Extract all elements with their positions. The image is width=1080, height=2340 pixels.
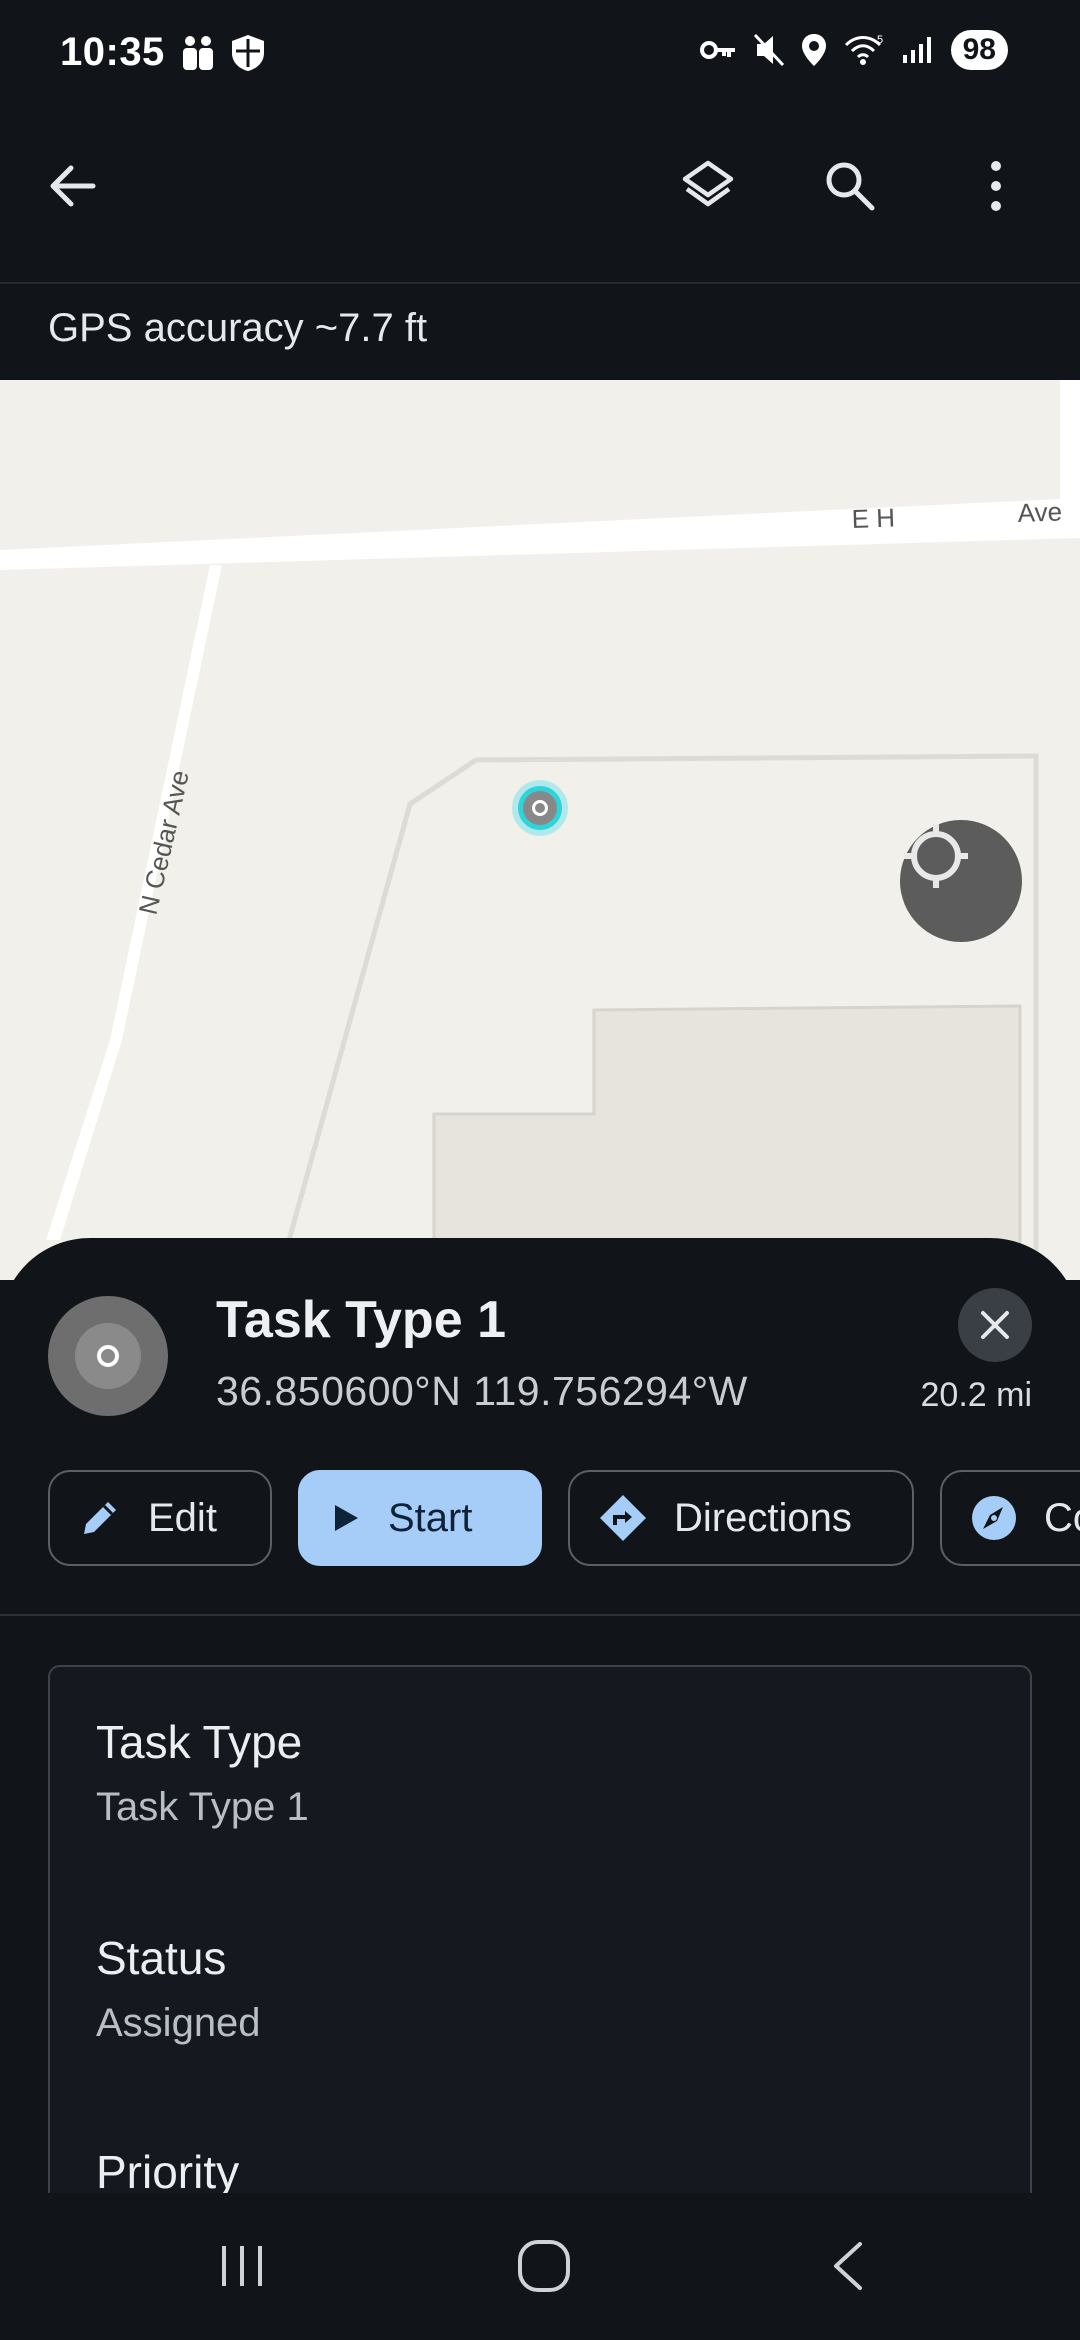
shield-icon (232, 35, 264, 71)
gps-accuracy-bar: GPS accuracy ~7.7 ft (0, 284, 1080, 380)
wifi-icon: 5 (844, 34, 883, 65)
key-icon (699, 41, 735, 59)
directions-button[interactable]: Directions (568, 1470, 914, 1566)
task-title: Task Type 1 (216, 1291, 506, 1349)
svg-text:5: 5 (877, 34, 883, 46)
start-button[interactable]: Start (298, 1470, 542, 1566)
task-distance: 20.2 mi (920, 1376, 1033, 1414)
crosshair-icon (904, 824, 968, 888)
mute-icon (753, 33, 784, 67)
status-time: 10:35 (60, 30, 165, 74)
layers-icon[interactable] (668, 146, 748, 226)
my-location-button[interactable] (900, 820, 1022, 942)
start-label: Start (388, 1495, 473, 1540)
search-icon[interactable] (810, 146, 890, 226)
recents-icon (222, 2246, 262, 2286)
directions-icon (600, 1495, 646, 1541)
feature-bottom-sheet: Task Type 1 36.850600°N 119.756294°W 20.… (0, 1238, 1080, 2193)
details-card: Task Type Task Type 1 Status Assigned Pr… (48, 1665, 1032, 2193)
back-arrow-icon[interactable] (32, 146, 112, 226)
map-view[interactable]: E H Ave N Cedar Ave (0, 380, 1080, 1280)
task-coordinates: 36.850600°N 119.756294°W (216, 1368, 748, 1414)
street-label-e-h: E H (851, 503, 895, 534)
compass-button[interactable]: Co (940, 1470, 1080, 1566)
detail-task-type: Task Type Task Type 1 (96, 1715, 309, 1830)
street-label-n-cedar-ave: N Cedar Ave (133, 767, 195, 917)
street-label-ave: Ave (1017, 496, 1062, 528)
detail-label: Status (96, 1932, 227, 1984)
detail-label: Task Type (96, 1716, 303, 1768)
directions-label: Directions (674, 1495, 852, 1540)
close-icon (981, 1311, 1009, 1339)
detail-priority: Priority (96, 2145, 239, 2193)
gps-accuracy-text: GPS accuracy ~7.7 ft (48, 306, 428, 350)
system-back-button[interactable] (808, 2226, 888, 2306)
sheet-divider (0, 1614, 1080, 1616)
location-pin-icon (801, 34, 826, 66)
close-sheet-button[interactable] (958, 1288, 1032, 1362)
play-icon (335, 1505, 358, 1531)
battery-indicator: 98 (950, 30, 1008, 70)
detail-value: Assigned (96, 2001, 261, 2045)
edit-label: Edit (148, 1495, 217, 1540)
road-e-ave (0, 498, 1080, 570)
compass-label: Co (1044, 1495, 1080, 1540)
compass-icon (972, 1496, 1016, 1540)
task-marker[interactable] (512, 780, 568, 836)
home-icon (518, 2240, 570, 2292)
more-vert-icon[interactable] (956, 146, 1036, 226)
detail-value: Task Type 1 (96, 1785, 309, 1829)
signal-icon (902, 37, 931, 63)
edit-button[interactable]: Edit (48, 1470, 272, 1566)
detail-status: Status Assigned (96, 1931, 261, 2046)
task-avatar (48, 1296, 168, 1416)
detail-label: Priority (96, 2146, 240, 2193)
home-button[interactable] (504, 2226, 584, 2306)
top-app-bar (0, 110, 1080, 284)
back-chevron-icon (834, 2242, 862, 2290)
action-chips: Edit Start Directions Co (48, 1470, 1080, 1566)
family-icon (183, 36, 213, 70)
system-nav-bar (0, 2194, 1080, 2340)
recent-apps-button[interactable] (202, 2226, 282, 2306)
status-bar: 10:35 5 98 (0, 0, 1080, 110)
pencil-icon (84, 1502, 116, 1534)
